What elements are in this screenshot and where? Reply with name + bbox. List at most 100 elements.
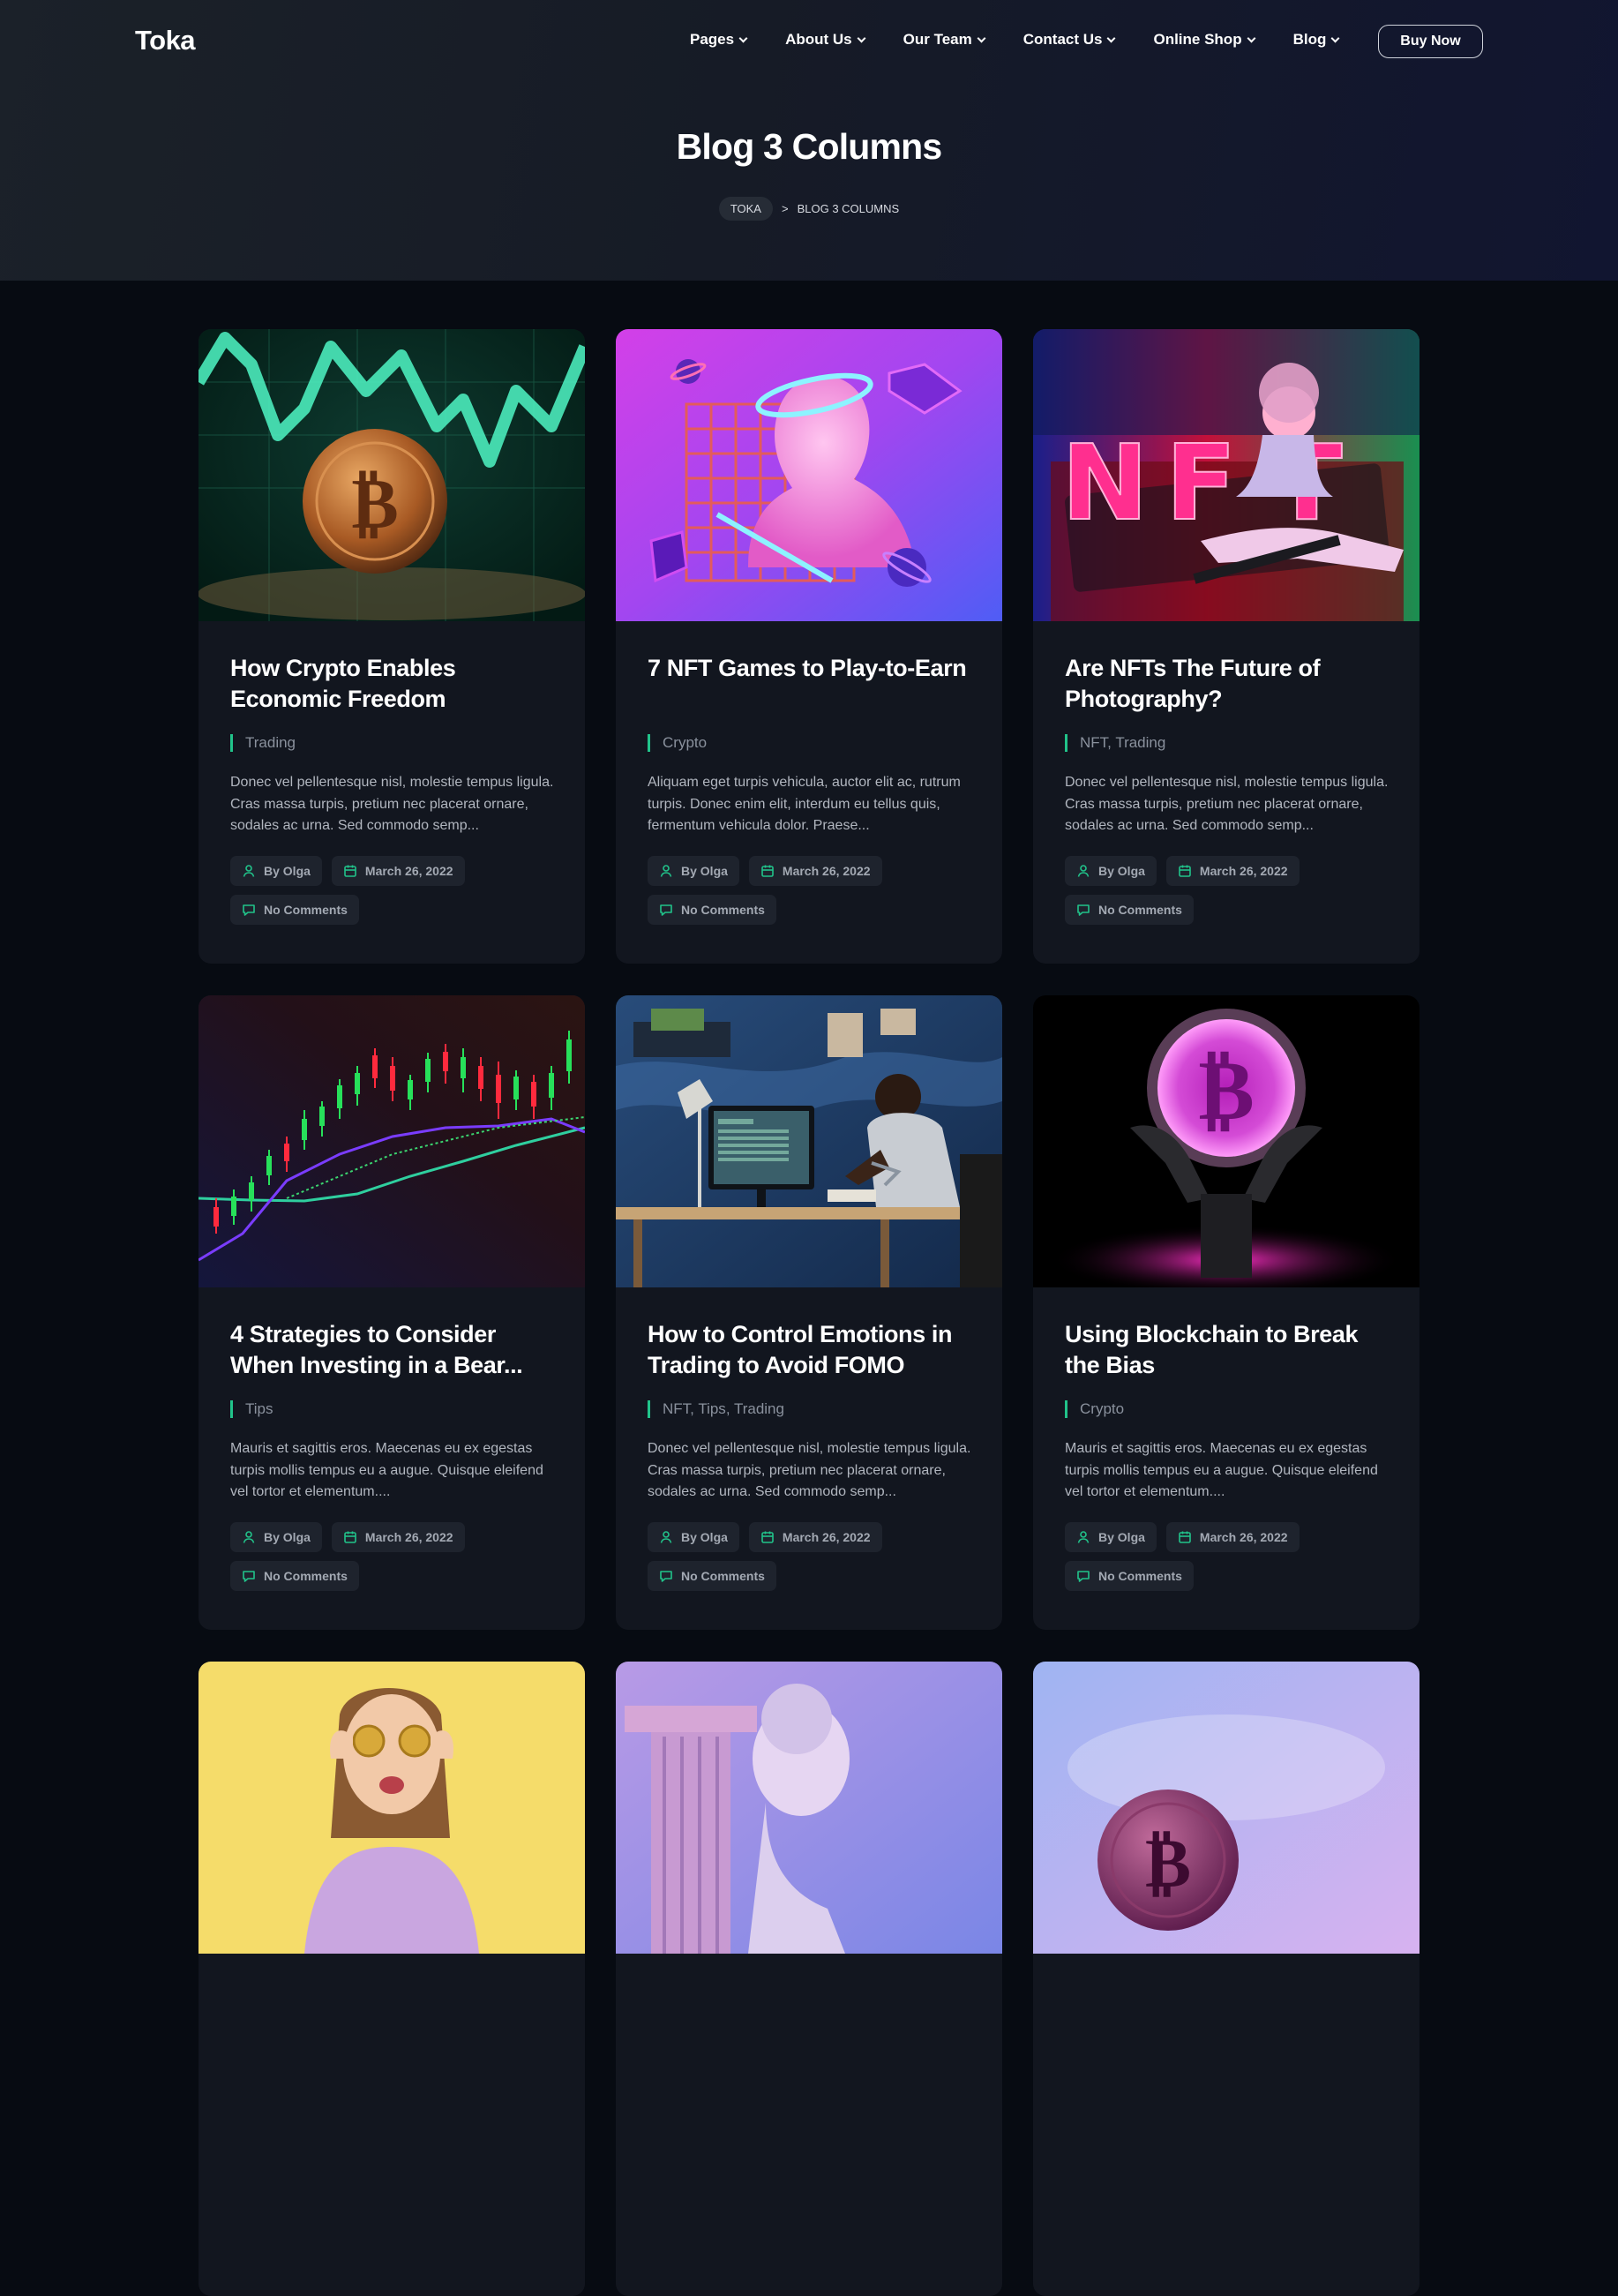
comment-icon	[243, 904, 255, 916]
post-thumbnail[interactable]	[199, 995, 585, 1287]
comments-link[interactable]: No Comments	[648, 1561, 776, 1591]
nav-item-our-team[interactable]: Our Team	[903, 31, 986, 49]
blog-post-card	[199, 1662, 585, 2296]
author-link[interactable]: By Olga	[1065, 856, 1157, 886]
category-link[interactable]: NFT	[663, 1400, 690, 1417]
post-date: March 26, 2022	[1199, 864, 1288, 878]
author-name: By Olga	[1098, 1530, 1145, 1544]
category-link[interactable]: Trading	[1115, 734, 1165, 751]
author-link[interactable]: By Olga	[648, 856, 739, 886]
date-link[interactable]: March 26, 2022	[748, 856, 882, 886]
post-image: N F T	[1033, 329, 1419, 621]
author-name: By Olga	[681, 864, 728, 878]
comments-link[interactable]: No Comments	[648, 895, 776, 925]
date-link[interactable]: March 26, 2022	[331, 1522, 465, 1552]
category-link[interactable]: Crypto	[663, 734, 707, 751]
author-link[interactable]: By Olga	[648, 1522, 739, 1552]
comment-count: No Comments	[264, 1569, 348, 1583]
category-link[interactable]: Trading	[245, 734, 296, 751]
nav-item-label: Contact Us	[1022, 31, 1103, 48]
post-categories: Crypto	[648, 734, 707, 752]
post-thumbnail[interactable]: ₿	[1033, 995, 1419, 1287]
post-date: March 26, 2022	[1199, 1530, 1288, 1544]
post-excerpt: Donec vel pellentesque nisl, molestie te…	[648, 1441, 971, 1499]
calendar-icon	[344, 865, 356, 877]
user-icon	[1077, 865, 1090, 877]
comment-count: No Comments	[1098, 1569, 1182, 1583]
comment-icon	[243, 1571, 255, 1582]
post-excerpt: Mauris et sagittis eros. Maecenas eu ex …	[230, 1441, 543, 1499]
svg-text:N: N	[1061, 422, 1149, 544]
post-title[interactable]: 7 NFT Games to Play-to-Earn	[648, 653, 974, 684]
nav-item-online-shop[interactable]: Online Shop	[1153, 31, 1256, 49]
page-header: Toka Pages About Us Our Team Contact Us …	[0, 0, 1618, 281]
nav-item-contact-us[interactable]: Contact Us	[1022, 31, 1116, 49]
post-image	[616, 329, 1002, 621]
blog-post-card	[616, 1662, 1002, 2296]
comment-icon	[1077, 904, 1090, 916]
post-image	[616, 1662, 1002, 1954]
calendar-icon	[1179, 865, 1191, 877]
post-thumbnail[interactable]	[616, 329, 1002, 621]
post-title[interactable]: Are NFTs The Future of Photography?	[1065, 653, 1391, 715]
chevron-down-icon	[1107, 34, 1116, 42]
author-link[interactable]: By Olga	[230, 1522, 322, 1552]
blog-post-card: N F T Are NFTs The Future of Photography…	[1033, 329, 1419, 964]
post-date: March 26, 2022	[782, 864, 871, 878]
post-categories: Tips	[230, 1400, 273, 1418]
post-thumbnail[interactable]	[616, 995, 1002, 1287]
author-link[interactable]: By Olga	[230, 856, 322, 886]
post-thumbnail[interactable]: ₿	[199, 329, 585, 621]
post-title[interactable]: How to Control Emotions in Trading to Av…	[648, 1319, 974, 1381]
post-thumbnail[interactable]	[199, 1662, 585, 1954]
svg-text:F: F	[1165, 422, 1237, 544]
author-link[interactable]: By Olga	[1065, 1522, 1157, 1552]
category-link[interactable]: Tips	[245, 1400, 273, 1417]
post-title[interactable]: Using Blockchain to Break the Bias	[1065, 1319, 1391, 1381]
post-image: ₿	[1033, 1662, 1419, 1954]
user-icon	[660, 865, 672, 877]
page-title: Blog 3 Columns	[676, 126, 943, 167]
nav-item-about-us[interactable]: About Us	[785, 31, 866, 49]
nav-item-label: Blog	[1292, 31, 1327, 48]
category-link[interactable]: Crypto	[1080, 1400, 1124, 1417]
date-link[interactable]: March 26, 2022	[331, 856, 465, 886]
date-link[interactable]: March 26, 2022	[748, 1522, 882, 1552]
comments-link[interactable]: No Comments	[1065, 895, 1194, 925]
date-link[interactable]: March 26, 2022	[1165, 856, 1300, 886]
site-logo[interactable]: Toka	[135, 25, 196, 56]
calendar-icon	[1179, 1531, 1191, 1543]
comments-link[interactable]: No Comments	[1065, 1561, 1194, 1591]
blog-post-card: 4 Strategies to Consider When Investing …	[199, 995, 585, 1630]
nav-item-pages[interactable]: Pages	[690, 31, 748, 49]
post-title[interactable]: How Crypto Enables Economic Freedom	[230, 653, 557, 715]
post-categories: NFT, Tips, Trading	[648, 1400, 784, 1418]
main-menu: Pages About Us Our Team Contact Us Onlin…	[690, 31, 1377, 49]
comments-link[interactable]: No Comments	[230, 1561, 359, 1591]
category-link[interactable]: NFT	[1080, 734, 1107, 751]
category-link[interactable]: Trading	[734, 1400, 784, 1417]
chevron-down-icon	[977, 34, 986, 42]
post-excerpt: Aliquam eget turpis vehicula, auctor eli…	[648, 775, 961, 833]
user-icon	[243, 1531, 255, 1543]
user-icon	[1077, 1531, 1090, 1543]
post-image: ₿	[199, 329, 585, 621]
category-link[interactable]: Tips	[698, 1400, 726, 1417]
date-link[interactable]: March 26, 2022	[1165, 1522, 1300, 1552]
comments-link[interactable]: No Comments	[230, 895, 359, 925]
breadcrumb-home-link[interactable]: TOKA	[718, 197, 773, 221]
comment-count: No Comments	[681, 1569, 765, 1583]
nav-item-blog[interactable]: Blog	[1292, 31, 1340, 49]
chevron-down-icon	[1247, 34, 1256, 42]
post-categories: Crypto	[1065, 1400, 1124, 1418]
post-thumbnail[interactable]: N F T	[1033, 329, 1419, 621]
buy-now-button[interactable]: Buy Now	[1378, 25, 1483, 58]
post-thumbnail[interactable]	[616, 1662, 1002, 1954]
post-thumbnail[interactable]: ₿	[1033, 1662, 1419, 1954]
post-excerpt: Donec vel pellentesque nisl, molestie te…	[230, 775, 554, 833]
post-meta: By Olga March 26, 2022 No Comments	[1065, 856, 1400, 934]
top-navigation: Toka Pages About Us Our Team Contact Us …	[0, 0, 1618, 83]
post-title[interactable]: 4 Strategies to Consider When Investing …	[230, 1319, 557, 1381]
post-meta: By Olga March 26, 2022 No Comments	[648, 1522, 983, 1600]
blog-post-card: ₿ Using Blockchain to Break the Bias Cry…	[1033, 995, 1419, 1630]
